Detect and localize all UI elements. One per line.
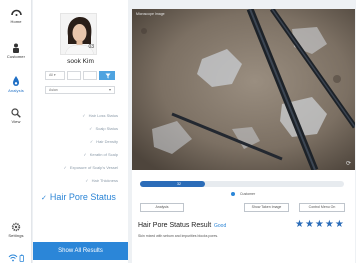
legend-dot-icon [231, 192, 235, 197]
nav-view[interactable]: View [0, 108, 32, 124]
show-taken-image-button[interactable]: Show Taken Image [244, 203, 289, 212]
menu-item-label: Keratin of Scalp [89, 152, 118, 157]
filter-option-selected[interactable] [99, 71, 115, 80]
status-bar [8, 249, 26, 262]
result-description: Skin mixed with sebum and impurities blo… [138, 234, 219, 238]
menu-item-hair-pore-selected[interactable]: ✓ Hair Pore Status [41, 192, 116, 202]
check-icon: ✓ [63, 165, 67, 170]
rating-stars: ★★★★★ [295, 219, 345, 230]
menu-item-label: Hair Density [96, 139, 118, 144]
microscope-label: Microscope Image [136, 12, 165, 16]
nav-home[interactable]: Home [0, 9, 32, 24]
analysis-menu-panel: 03 sook Kim All ▾ Asian ▾ ✓ Hair Loss Sta… [33, 0, 128, 263]
analysis-icon [13, 76, 19, 86]
menu-item-label: Scalp Status [95, 126, 118, 131]
nav-analysis[interactable]: Analysis [0, 76, 32, 93]
search-icon [11, 108, 21, 118]
check-icon: ✓ [85, 178, 89, 183]
legend-label: Customer [240, 192, 256, 196]
avatar-badge: 03 [88, 44, 94, 50]
control-menu-button[interactable]: Control Menu On [299, 203, 345, 212]
nav-customer[interactable]: Customer [0, 43, 32, 59]
analysis-menu: ✓ Hair Loss Status ✓ Scalp Status ✓ Hair De… [64, 109, 118, 187]
analysis-button[interactable]: Analysis [140, 203, 184, 212]
filter-row: All ▾ [45, 71, 115, 80]
legend: Customer [231, 192, 256, 197]
rotate-icon[interactable]: ⟳ [346, 160, 351, 167]
result-grade: Good [214, 223, 227, 229]
home-icon [10, 9, 22, 16]
show-all-results-button[interactable]: Show All Results [33, 242, 128, 260]
nav-rail: Home Customer Analysis View Settings [0, 0, 32, 263]
progress-bar: 32 [140, 181, 344, 187]
menu-item-label: Exposure of Scalp's Vessel [69, 165, 118, 170]
menu-item-keratin[interactable]: ✓ Keratin of Scalp [64, 148, 118, 161]
ethnicity-select[interactable]: Asian ▾ [45, 86, 115, 94]
user-name: sook Kim [67, 58, 94, 65]
menu-item-vessel[interactable]: ✓ Exposure of Scalp's Vessel [64, 161, 118, 174]
filter-option-1[interactable] [67, 71, 81, 80]
nav-customer-label: Customer [6, 54, 26, 59]
nav-settings[interactable]: Settings [0, 222, 32, 238]
menu-item-hair-thickness[interactable]: ✓ Hair Thickness [64, 174, 118, 187]
menu-item-hair-density[interactable]: ✓ Hair Density [64, 135, 118, 148]
filter-select[interactable]: All ▾ [45, 71, 65, 80]
nav-analysis-label: Analysis [8, 88, 24, 93]
progress-value: 32 [177, 182, 181, 186]
chevron-down-icon: ▾ [108, 87, 111, 92]
ethnicity-select-value: Asian [49, 88, 58, 92]
app-window: Home Customer Analysis View Settings 03 … [0, 0, 356, 263]
nav-settings-label: Settings [8, 233, 24, 238]
progress-fill [140, 181, 206, 187]
menu-item-label: Hair Loss Status [88, 113, 118, 118]
gear-icon [11, 222, 21, 232]
check-icon: ✓ [82, 113, 86, 118]
customer-icon [13, 43, 19, 53]
check-icon: ✓ [83, 152, 87, 157]
result-title: Hair Pore Status Result [138, 222, 212, 229]
microscope-image: Microscope Image ⟳ [132, 9, 355, 170]
menu-item-hair-loss[interactable]: ✓ Hair Loss Status [64, 109, 118, 122]
nav-home-label: Home [10, 19, 22, 24]
menu-selected-label: Hair Pore Status [49, 192, 116, 202]
wifi-icon [8, 254, 24, 262]
menu-item-scalp-status[interactable]: ✓ Scalp Status [64, 122, 118, 135]
avatar[interactable]: 03 [60, 13, 97, 55]
check-icon: ✓ [41, 195, 47, 202]
filter-option-2[interactable] [83, 71, 97, 80]
check-icon: ✓ [89, 139, 94, 144]
result-area: Microscope Image ⟳ 32 Customer Analysis … [132, 9, 355, 263]
filter-icon [105, 73, 111, 79]
check-icon: ✓ [89, 126, 93, 131]
scalp-microscope-photo [132, 9, 355, 170]
menu-item-label: Hair Thickness [91, 178, 118, 183]
nav-view-label: View [11, 119, 21, 124]
